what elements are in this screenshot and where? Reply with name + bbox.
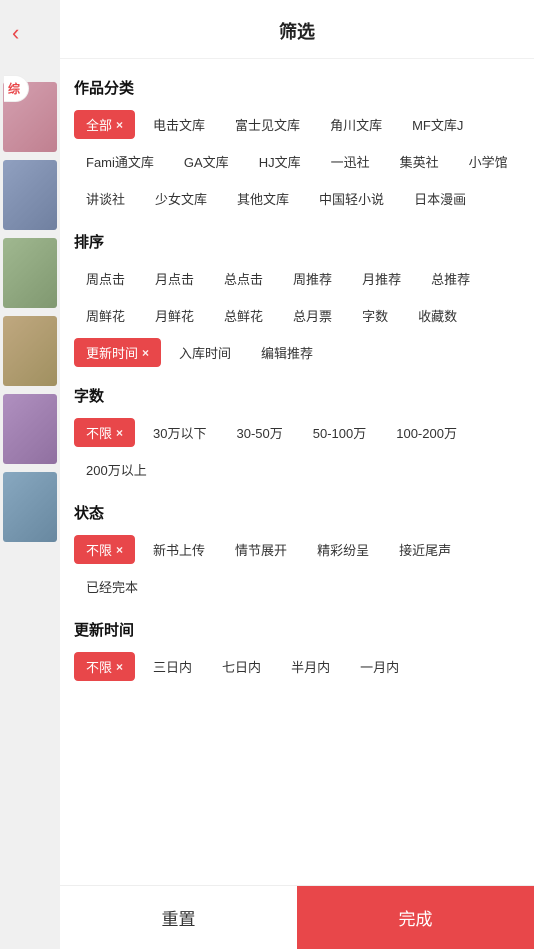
book-item xyxy=(3,238,57,308)
tag-editor-recommend[interactable]: 编辑推荐 xyxy=(249,338,325,367)
tag-yixun[interactable]: 一迅社 xyxy=(319,147,382,176)
tag-total-flower[interactable]: 总鲜花 xyxy=(212,301,275,330)
tag-total-click[interactable]: 总点击 xyxy=(212,264,275,293)
book-item xyxy=(3,160,57,230)
category-tags: 全部 × 电击文库 富士见文库 角川文库 MF文库J Fami通文库 GA文库 … xyxy=(74,110,520,213)
tag-time-unlimited[interactable]: 不限 × xyxy=(74,652,135,681)
tag-seven-days[interactable]: 七日内 xyxy=(210,652,273,681)
tag-monthly-flower[interactable]: 月鲜花 xyxy=(143,301,206,330)
tag-jiangtansha[interactable]: 讲谈社 xyxy=(74,184,137,213)
tag-completed[interactable]: 已经完本 xyxy=(74,572,150,601)
section-title-update-time: 更新时间 xyxy=(74,619,520,640)
tag-all[interactable]: 全部 × xyxy=(74,110,135,139)
tag-shaonvwendian[interactable]: 少女文库 xyxy=(143,184,219,213)
tag-weekly-flower[interactable]: 周鲜花 xyxy=(74,301,137,330)
tag-fami[interactable]: Fami通文库 xyxy=(74,147,166,176)
section-update-time: 更新时间 不限 × 三日内 七日内 半月内 一月内 xyxy=(74,619,520,681)
book-item xyxy=(3,472,57,542)
tag-close-icon[interactable]: × xyxy=(116,118,123,132)
section-title-sort: 排序 xyxy=(74,231,520,252)
tag-one-month[interactable]: 一月内 xyxy=(348,652,411,681)
tag-wc-200plus[interactable]: 200万以上 xyxy=(74,455,159,484)
tag-new-upload[interactable]: 新书上传 xyxy=(141,535,217,564)
tag-mf[interactable]: MF文库J xyxy=(400,110,475,139)
tag-label: 不限 xyxy=(86,540,112,559)
section-category: 作品分类 全部 × 电击文库 富士见文库 角川文库 MF文库J Fami通文库 … xyxy=(74,77,520,213)
tag-wordcount-sort[interactable]: 字数 xyxy=(350,301,400,330)
tag-label: 更新时间 xyxy=(86,343,138,362)
section-sort: 排序 周点击 月点击 总点击 周推荐 月推荐 总推荐 周鲜花 月鲜花 总鲜花 总… xyxy=(74,231,520,367)
tag-ga[interactable]: GA文库 xyxy=(172,147,241,176)
tag-plot-developing[interactable]: 情节展开 xyxy=(223,535,299,564)
tag-label: 不限 xyxy=(86,423,112,442)
confirm-button[interactable]: 完成 xyxy=(297,886,534,949)
sort-tags: 周点击 月点击 总点击 周推荐 月推荐 总推荐 周鲜花 月鲜花 总鲜花 总月票 … xyxy=(74,264,520,367)
tag-manga[interactable]: 日本漫画 xyxy=(402,184,478,213)
filter-title: 筛选 xyxy=(60,0,534,59)
tag-label: 不限 xyxy=(86,657,112,676)
tag-exciting[interactable]: 精彩纷呈 xyxy=(305,535,381,564)
tag-update-time[interactable]: 更新时间 × xyxy=(74,338,161,367)
tag-indb-time[interactable]: 入库时间 xyxy=(167,338,243,367)
tag-close-icon[interactable]: × xyxy=(116,660,123,674)
tag-monthly-ticket[interactable]: 总月票 xyxy=(281,301,344,330)
book-list xyxy=(0,80,60,544)
back-icon[interactable]: ‹ xyxy=(12,20,19,46)
tag-close-icon[interactable]: × xyxy=(116,543,123,557)
wordcount-tags: 不限 × 30万以下 30-50万 50-100万 100-200万 200万以… xyxy=(74,418,520,484)
reset-button[interactable]: 重置 xyxy=(60,886,297,949)
sidebar-peek: ‹ 综 xyxy=(0,0,60,949)
tag-monthly-click[interactable]: 月点击 xyxy=(143,264,206,293)
tag-hj[interactable]: HJ文库 xyxy=(247,147,313,176)
tag-wordcount-unlimited[interactable]: 不限 × xyxy=(74,418,135,447)
status-tags: 不限 × 新书上传 情节展开 精彩纷呈 接近尾声 已经完本 xyxy=(74,535,520,601)
section-status: 状态 不限 × 新书上传 情节展开 精彩纷呈 接近尾声 已经完本 xyxy=(74,502,520,601)
tag-wc-100-200[interactable]: 100-200万 xyxy=(384,418,469,447)
tag-zhongguo[interactable]: 中国轻小说 xyxy=(307,184,396,213)
section-title-wordcount: 字数 xyxy=(74,385,520,406)
tag-near-end[interactable]: 接近尾声 xyxy=(387,535,463,564)
tag-jiyingsha[interactable]: 集英社 xyxy=(388,147,451,176)
tag-weekly-click[interactable]: 周点击 xyxy=(74,264,137,293)
book-item xyxy=(3,394,57,464)
tag-jiaochuan[interactable]: 角川文库 xyxy=(318,110,394,139)
tag-three-days[interactable]: 三日内 xyxy=(141,652,204,681)
tag-half-month[interactable]: 半月内 xyxy=(279,652,342,681)
section-title-status: 状态 xyxy=(74,502,520,523)
section-title-category: 作品分类 xyxy=(74,77,520,98)
tag-wc-30[interactable]: 30万以下 xyxy=(141,418,218,447)
tag-wc-50-100[interactable]: 50-100万 xyxy=(301,418,378,447)
book-item xyxy=(3,316,57,386)
tag-xiaoxueguan[interactable]: 小学馆 xyxy=(457,147,520,176)
tag-weekly-recommend[interactable]: 周推荐 xyxy=(281,264,344,293)
section-wordcount: 字数 不限 × 30万以下 30-50万 50-100万 100-200万 20… xyxy=(74,385,520,484)
tag-close-icon[interactable]: × xyxy=(116,426,123,440)
tag-monthly-recommend[interactable]: 月推荐 xyxy=(350,264,413,293)
tag-qitawendian[interactable]: 其他文库 xyxy=(225,184,301,213)
filter-body: 作品分类 全部 × 电击文库 富士见文库 角川文库 MF文库J Fami通文库 … xyxy=(60,59,534,949)
filter-panel: 筛选 作品分类 全部 × 电击文库 富士见文库 角川文库 MF文库J Fami通… xyxy=(60,0,534,949)
tag-close-icon[interactable]: × xyxy=(142,346,149,360)
tag-dianjiwendian[interactable]: 电击文库 xyxy=(141,110,217,139)
tag-label: 全部 xyxy=(86,115,112,134)
tag-favorites[interactable]: 收藏数 xyxy=(406,301,469,330)
tag-status-unlimited[interactable]: 不限 × xyxy=(74,535,135,564)
tag-total-recommend[interactable]: 总推荐 xyxy=(419,264,482,293)
tag-wc-30-50[interactable]: 30-50万 xyxy=(225,418,295,447)
update-time-tags: 不限 × 三日内 七日内 半月内 一月内 xyxy=(74,652,520,681)
tag-fujimi[interactable]: 富士见文库 xyxy=(223,110,312,139)
filter-footer: 重置 完成 xyxy=(60,885,534,949)
